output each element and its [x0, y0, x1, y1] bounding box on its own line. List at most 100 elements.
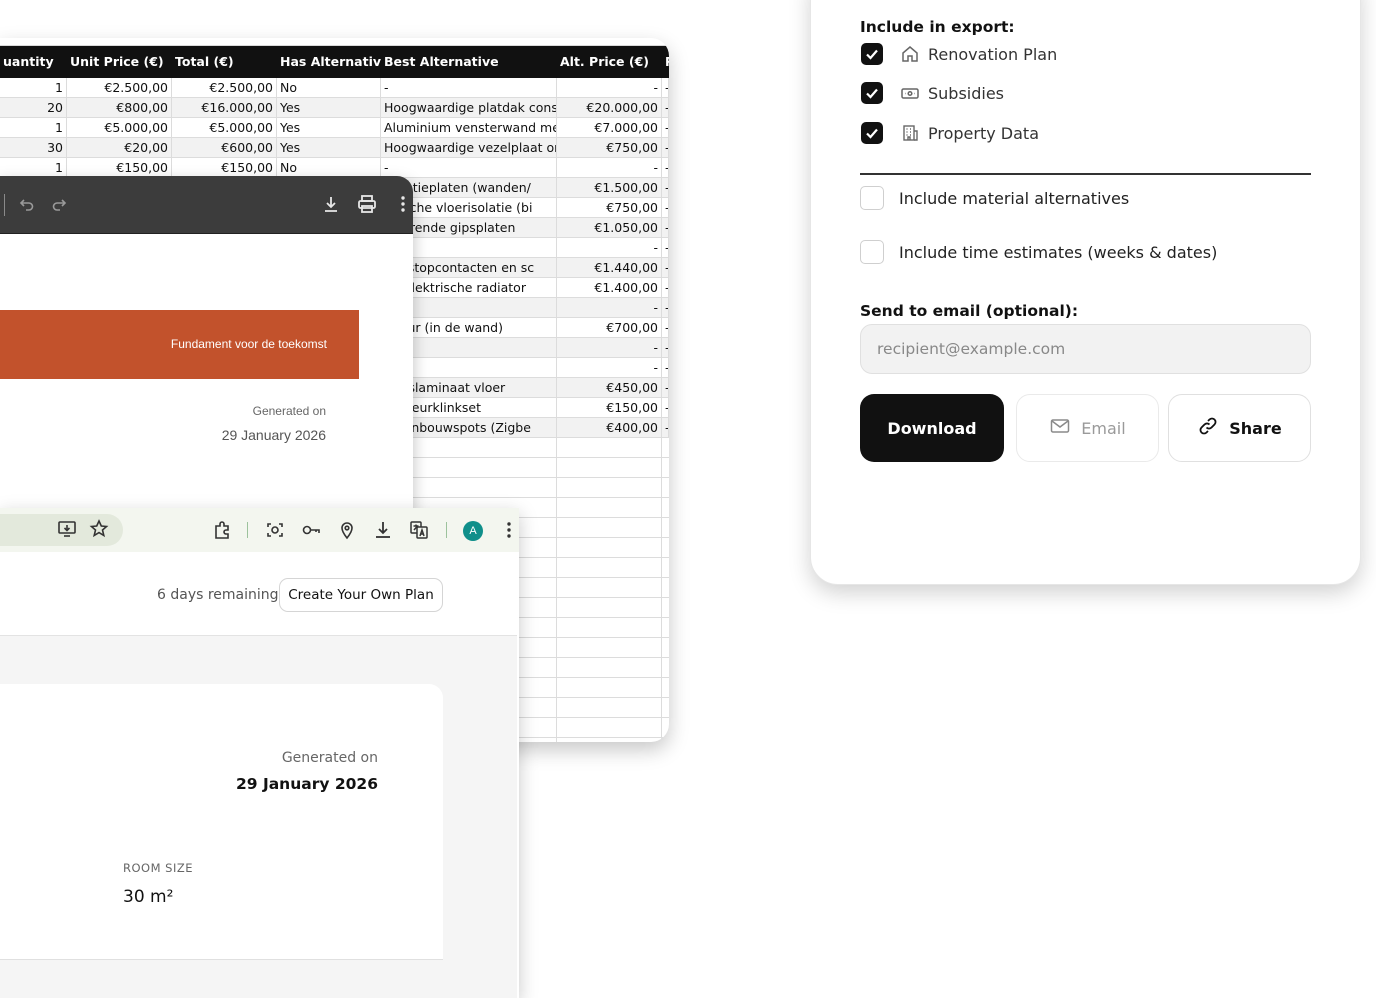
table-cell[interactable]: -	[557, 158, 662, 177]
table-cell[interactable]: -	[662, 198, 669, 217]
downloads-icon[interactable]	[371, 518, 395, 542]
email-button[interactable]: Email	[1016, 394, 1159, 462]
header-best-alternative[interactable]: Best Alternative	[381, 46, 557, 78]
checkbox-property-data[interactable]	[861, 122, 883, 144]
address-bar[interactable]	[0, 514, 123, 546]
table-cell[interactable]: €1.400,00	[557, 278, 662, 297]
undo-icon[interactable]	[15, 192, 39, 216]
table-cell[interactable]: €5.000,00	[172, 118, 277, 137]
table-cell[interactable]: €20.000,00	[557, 98, 662, 117]
header-has-alternatives[interactable]: Has Alternatives	[277, 46, 381, 78]
table-cell[interactable]: -	[662, 358, 669, 377]
table-cell[interactable]: €5.000,00	[67, 118, 172, 137]
table-cell[interactable]: -	[662, 238, 669, 257]
table-cell[interactable]: €800,00	[67, 98, 172, 117]
table-cell[interactable]: €7.000,00	[557, 118, 662, 137]
table-cell[interactable]: €600,00	[172, 138, 277, 157]
checkbox-material-alternatives[interactable]	[860, 186, 884, 210]
table-cell[interactable]: Aluminium vensterwand me	[381, 118, 557, 137]
table-cell[interactable]: €150,00	[67, 158, 172, 177]
bookmark-star-icon[interactable]	[87, 517, 111, 541]
table-cell[interactable]: €750,00	[557, 198, 662, 217]
toolbar-separator	[446, 522, 447, 538]
table-cell[interactable]: -	[662, 398, 669, 417]
password-key-icon[interactable]	[299, 518, 323, 542]
table-cell[interactable]: -	[557, 298, 662, 317]
table-cell[interactable]: €20,00	[67, 138, 172, 157]
option-property-data[interactable]: Property Data	[860, 121, 1310, 149]
checkbox-subsidies[interactable]	[861, 82, 883, 104]
table-cell[interactable]: €400,00	[557, 418, 662, 437]
table-cell[interactable]: 30	[0, 138, 67, 157]
table-cell[interactable]: €750,00	[557, 138, 662, 157]
table-cell[interactable]: -	[662, 118, 669, 137]
header-alt-price[interactable]: Alt. Price (€)	[557, 46, 662, 78]
table-cell[interactable]: -	[662, 158, 669, 177]
table-cell[interactable]: -	[662, 378, 669, 397]
location-pin-icon[interactable]	[335, 518, 359, 542]
redo-icon[interactable]	[47, 192, 71, 216]
table-cell[interactable]: 1	[0, 118, 67, 137]
table-cell[interactable]: -	[662, 278, 669, 297]
print-icon[interactable]	[355, 192, 379, 216]
share-button[interactable]: Share	[1168, 394, 1311, 462]
extensions-icon[interactable]	[210, 518, 234, 542]
lens-icon[interactable]	[263, 518, 287, 542]
option-subsidies[interactable]: Subsidies	[860, 81, 1310, 109]
table-cell[interactable]: Yes	[277, 118, 381, 137]
table-cell[interactable]: 1	[0, 158, 67, 177]
checkbox-time-estimates[interactable]	[860, 240, 884, 264]
header-total[interactable]: Total (€)	[172, 46, 277, 78]
table-cell[interactable]: €2.500,00	[172, 78, 277, 97]
table-cell[interactable]: -	[662, 98, 669, 117]
download-button[interactable]: Download	[860, 394, 1004, 462]
table-cell[interactable]: €700,00	[557, 318, 662, 337]
table-cell[interactable]: €450,00	[557, 378, 662, 397]
table-cell[interactable]: -	[557, 78, 662, 97]
header-quantity[interactable]: uantity	[0, 46, 67, 78]
download-icon[interactable]	[319, 192, 343, 216]
table-cell[interactable]: -	[662, 258, 669, 277]
table-cell[interactable]: -	[662, 178, 669, 197]
table-cell[interactable]: Hoogwaardige vezelplaat or	[381, 138, 557, 157]
table-cell[interactable]: No	[277, 78, 381, 97]
table-cell[interactable]: -	[557, 338, 662, 357]
table-cell[interactable]: -	[381, 78, 557, 97]
option-material-alternatives[interactable]: Include material alternatives	[860, 186, 1310, 214]
table-cell[interactable]: €1.050,00	[557, 218, 662, 237]
table-cell[interactable]: -	[662, 318, 669, 337]
translate-icon[interactable]	[407, 518, 431, 542]
table-cell[interactable]: -	[557, 358, 662, 377]
table-cell[interactable]: €1.500,00	[557, 178, 662, 197]
table-cell[interactable]: -	[662, 298, 669, 317]
table-cell[interactable]: €2.500,00	[67, 78, 172, 97]
table-cell[interactable]: €150,00	[172, 158, 277, 177]
table-cell[interactable]: Yes	[277, 98, 381, 117]
browser-menu-icon[interactable]	[497, 518, 519, 542]
option-renovation-plan[interactable]: Renovation Plan	[860, 42, 1310, 70]
table-cell[interactable]: Hoogwaardige platdak const	[381, 98, 557, 117]
table-cell[interactable]: €1.440,00	[557, 258, 662, 277]
table-cell[interactable]: -	[662, 418, 669, 437]
table-cell[interactable]: 1	[0, 78, 67, 97]
table-cell[interactable]: -	[557, 238, 662, 257]
checkbox-renovation-plan[interactable]	[861, 43, 883, 65]
install-app-icon[interactable]	[55, 517, 79, 541]
table-cell[interactable]: -	[662, 338, 669, 357]
header-p[interactable]: P	[662, 46, 669, 78]
header-unit-price[interactable]: Unit Price (€)	[67, 46, 172, 78]
profile-avatar[interactable]: A	[463, 521, 483, 541]
table-cell[interactable]: -	[662, 218, 669, 237]
email-input[interactable]	[860, 324, 1311, 374]
table-cell[interactable]: €16.000,00	[172, 98, 277, 117]
table-cell[interactable]: -	[662, 78, 669, 97]
table-cell[interactable]: 20	[0, 98, 67, 117]
table-cell[interactable]: No	[277, 158, 381, 177]
create-plan-button[interactable]: Create Your Own Plan	[279, 578, 443, 612]
table-cell[interactable]: -	[662, 138, 669, 157]
option-time-estimates[interactable]: Include time estimates (weeks & dates)	[860, 240, 1310, 268]
table-cell[interactable]: Yes	[277, 138, 381, 157]
table-cell[interactable]: €150,00	[557, 398, 662, 417]
more-icon[interactable]	[391, 192, 413, 216]
table-cell[interactable]: -	[381, 158, 557, 177]
